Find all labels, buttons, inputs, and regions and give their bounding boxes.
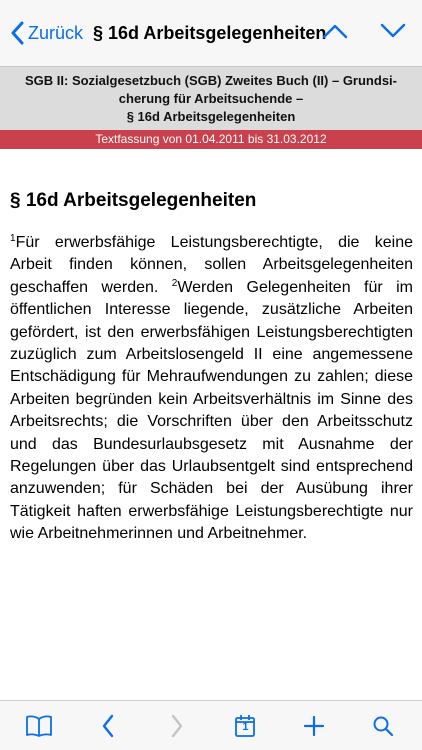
navigation-bar: Zurück § 16d Arbeitsgelegenheiten (0, 0, 422, 66)
calendar-icon[interactable]: 1 (230, 711, 260, 741)
next-section-button[interactable] (380, 23, 406, 44)
search-icon[interactable] (368, 711, 398, 741)
back-button[interactable]: Zurück (10, 21, 83, 45)
page-title: § 16d Arbeitsgelegenheiten (93, 22, 327, 43)
chevron-left-icon (10, 21, 24, 45)
section-navigation (322, 0, 406, 66)
version-banner: Textfassung von 01.04.2011 bis 31.03.201… (0, 130, 422, 149)
law-header-line-2: cherung für Arbeitsuchende – (118, 90, 304, 106)
chevron-right-icon[interactable] (162, 711, 192, 741)
sentence-2: Werden Gelegenheiten für im öffentlichen… (10, 278, 413, 543)
bottom-toolbar: 1 (0, 700, 422, 750)
law-header: SGB II: Sozialgesetzbuch (SGB) Zweites B… (0, 66, 422, 130)
paragraph: 1Für erwerbsfähige Leistungsberechtigte,… (10, 232, 413, 546)
chevron-down-icon (380, 23, 406, 37)
section-content: § 16d Arbeitsgelegenheiten 1Für erwerbsf… (10, 190, 414, 546)
back-label: Zurück (28, 22, 84, 43)
chevron-up-icon (322, 24, 348, 38)
plus-icon[interactable] (299, 711, 329, 741)
law-header-line-3: § 16d Arbeitsgelegenheiten (126, 108, 296, 124)
calendar-day: 1 (242, 720, 249, 733)
book-icon[interactable] (24, 711, 54, 741)
chevron-left-icon[interactable] (93, 711, 123, 741)
previous-section-button[interactable] (322, 23, 348, 44)
section-heading: § 16d Arbeitsgelegenheiten (10, 190, 257, 211)
law-header-line-1: SGB II: Sozialgesetzbuch (SGB) Zweites B… (25, 72, 397, 88)
